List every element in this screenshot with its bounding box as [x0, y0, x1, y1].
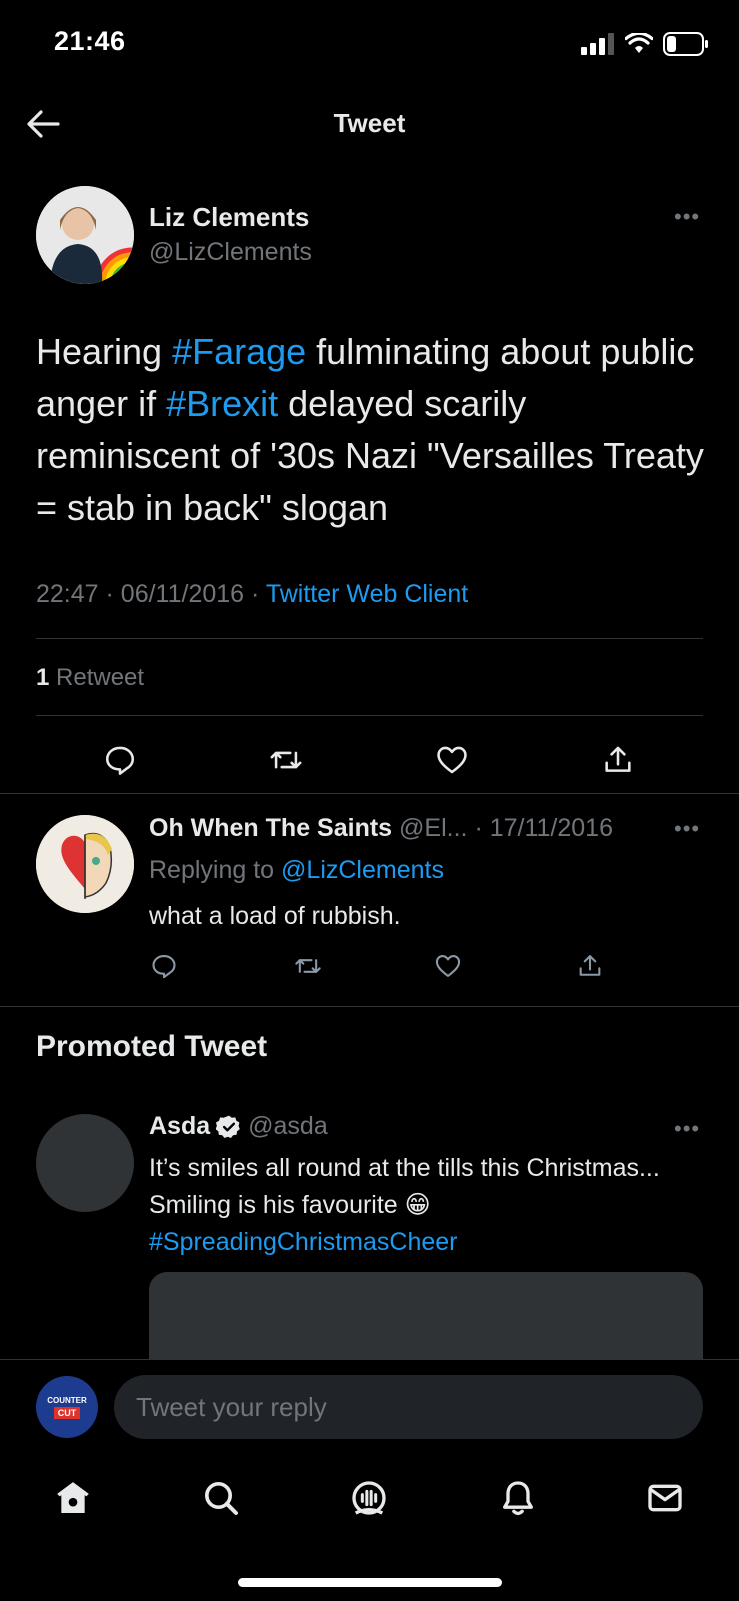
like-button[interactable] — [430, 738, 474, 782]
nav-home-button[interactable] — [50, 1475, 96, 1521]
home-icon — [57, 1482, 89, 1513]
retweet-icon — [270, 751, 302, 769]
divider — [0, 1006, 739, 1007]
divider — [36, 715, 703, 716]
promoted-text: It’s smiles all round at the tills this … — [149, 1150, 669, 1261]
composer-avatar-line2: CUT — [53, 1406, 81, 1419]
promoted-author-name[interactable]: Asda — [149, 1112, 210, 1141]
like-icon — [437, 746, 467, 774]
composer-avatar[interactable]: COUNTER CUT — [36, 1376, 98, 1438]
share-button[interactable] — [596, 738, 640, 782]
tweet-time: 22:47 — [36, 580, 99, 608]
separator-dot: · — [474, 814, 483, 842]
nav-notifications-button[interactable] — [495, 1475, 541, 1521]
retweet-count: 1 — [36, 664, 50, 691]
reply-retweet-button[interactable] — [290, 948, 326, 984]
reply-more-options-icon[interactable]: ••• — [674, 816, 700, 842]
promoted-hashtag-link[interactable]: #SpreadingChristmasCheer — [149, 1224, 669, 1261]
home-indicator — [238, 1578, 502, 1587]
reply-share-button[interactable] — [572, 948, 608, 984]
notifications-icon — [503, 1481, 533, 1516]
reply-button[interactable] — [98, 738, 142, 782]
promoted-media[interactable] — [149, 1272, 703, 1362]
reply-author-handle[interactable]: @El... — [399, 814, 467, 842]
page-title: Tweet — [333, 108, 406, 138]
reply-text: what a load of rubbish. — [149, 902, 401, 930]
divider — [0, 793, 739, 794]
author-name[interactable]: Liz Clements — [149, 202, 309, 233]
retweet-button[interactable] — [264, 738, 308, 782]
reply-icon — [152, 955, 176, 979]
divider — [36, 638, 703, 639]
replying-to-handle[interactable]: @LizClements — [281, 856, 444, 884]
like-icon — [435, 955, 461, 977]
tweet-date: 06/11/2016 — [120, 580, 245, 608]
reply-like-button[interactable] — [430, 948, 466, 984]
retweet-label: Retweet — [56, 664, 145, 691]
reply-author-avatar[interactable] — [36, 815, 134, 913]
signal-icon — [581, 33, 614, 55]
status-icons — [581, 32, 709, 56]
reply-input[interactable]: Tweet your reply — [114, 1375, 703, 1439]
battery-icon — [663, 32, 708, 56]
promoted-more-options-icon[interactable]: ••• — [674, 1116, 700, 1142]
replying-to-label: Replying to — [149, 856, 275, 884]
reply-header: Oh When The Saints @El... · 17/11/2016 — [149, 814, 613, 843]
share-icon — [605, 746, 631, 772]
composer-avatar-line1: COUNTER — [47, 1395, 87, 1405]
wifi-icon — [625, 33, 653, 53]
nav-spaces-button[interactable] — [346, 1475, 392, 1521]
hashtag-link[interactable]: #Farage — [172, 331, 306, 372]
author-avatar[interactable] — [36, 186, 134, 284]
spaces-icon — [352, 1481, 386, 1515]
promoted-section-title: Promoted Tweet — [36, 1030, 268, 1063]
search-icon — [205, 1482, 238, 1515]
separator-dot: · — [251, 580, 260, 608]
grinning-face-emoji: 😁 — [404, 1191, 431, 1219]
separator-dot: · — [105, 580, 114, 608]
verified-badge-icon — [216, 1115, 240, 1138]
tweet-text: Hearing #Farage fulminating about public… — [36, 326, 706, 534]
nav-search-button[interactable] — [198, 1475, 244, 1521]
replying-to: Replying to @LizClements — [149, 856, 444, 885]
promoted-header: Asda @asda — [149, 1112, 328, 1141]
reply-icon — [105, 746, 135, 775]
reply-reply-button[interactable] — [146, 948, 182, 984]
tweet-meta: 22:47 · 06/11/2016 · Twitter Web Client — [36, 580, 468, 609]
promoted-author-avatar[interactable] — [36, 1114, 134, 1212]
reply-date: 17/11/2016 — [489, 814, 613, 842]
tweet-client-link[interactable]: Twitter Web Client — [266, 580, 468, 608]
status-time: 21:46 — [54, 26, 126, 56]
more-options-icon[interactable]: ••• — [674, 204, 700, 230]
tweet-text-segment: Hearing — [36, 331, 173, 372]
messages-icon — [648, 1484, 682, 1512]
author-handle[interactable]: @LizClements — [149, 238, 312, 267]
share-icon — [579, 955, 601, 976]
retweet-stats[interactable]: 1 Retweet — [36, 664, 144, 692]
hashtag-link[interactable]: #Brexit — [166, 383, 278, 424]
retweet-icon — [295, 959, 321, 973]
promoted-author-handle[interactable]: @asda — [248, 1112, 328, 1141]
reply-author-name[interactable]: Oh When The Saints — [149, 814, 392, 842]
nav-messages-button[interactable] — [642, 1475, 688, 1521]
